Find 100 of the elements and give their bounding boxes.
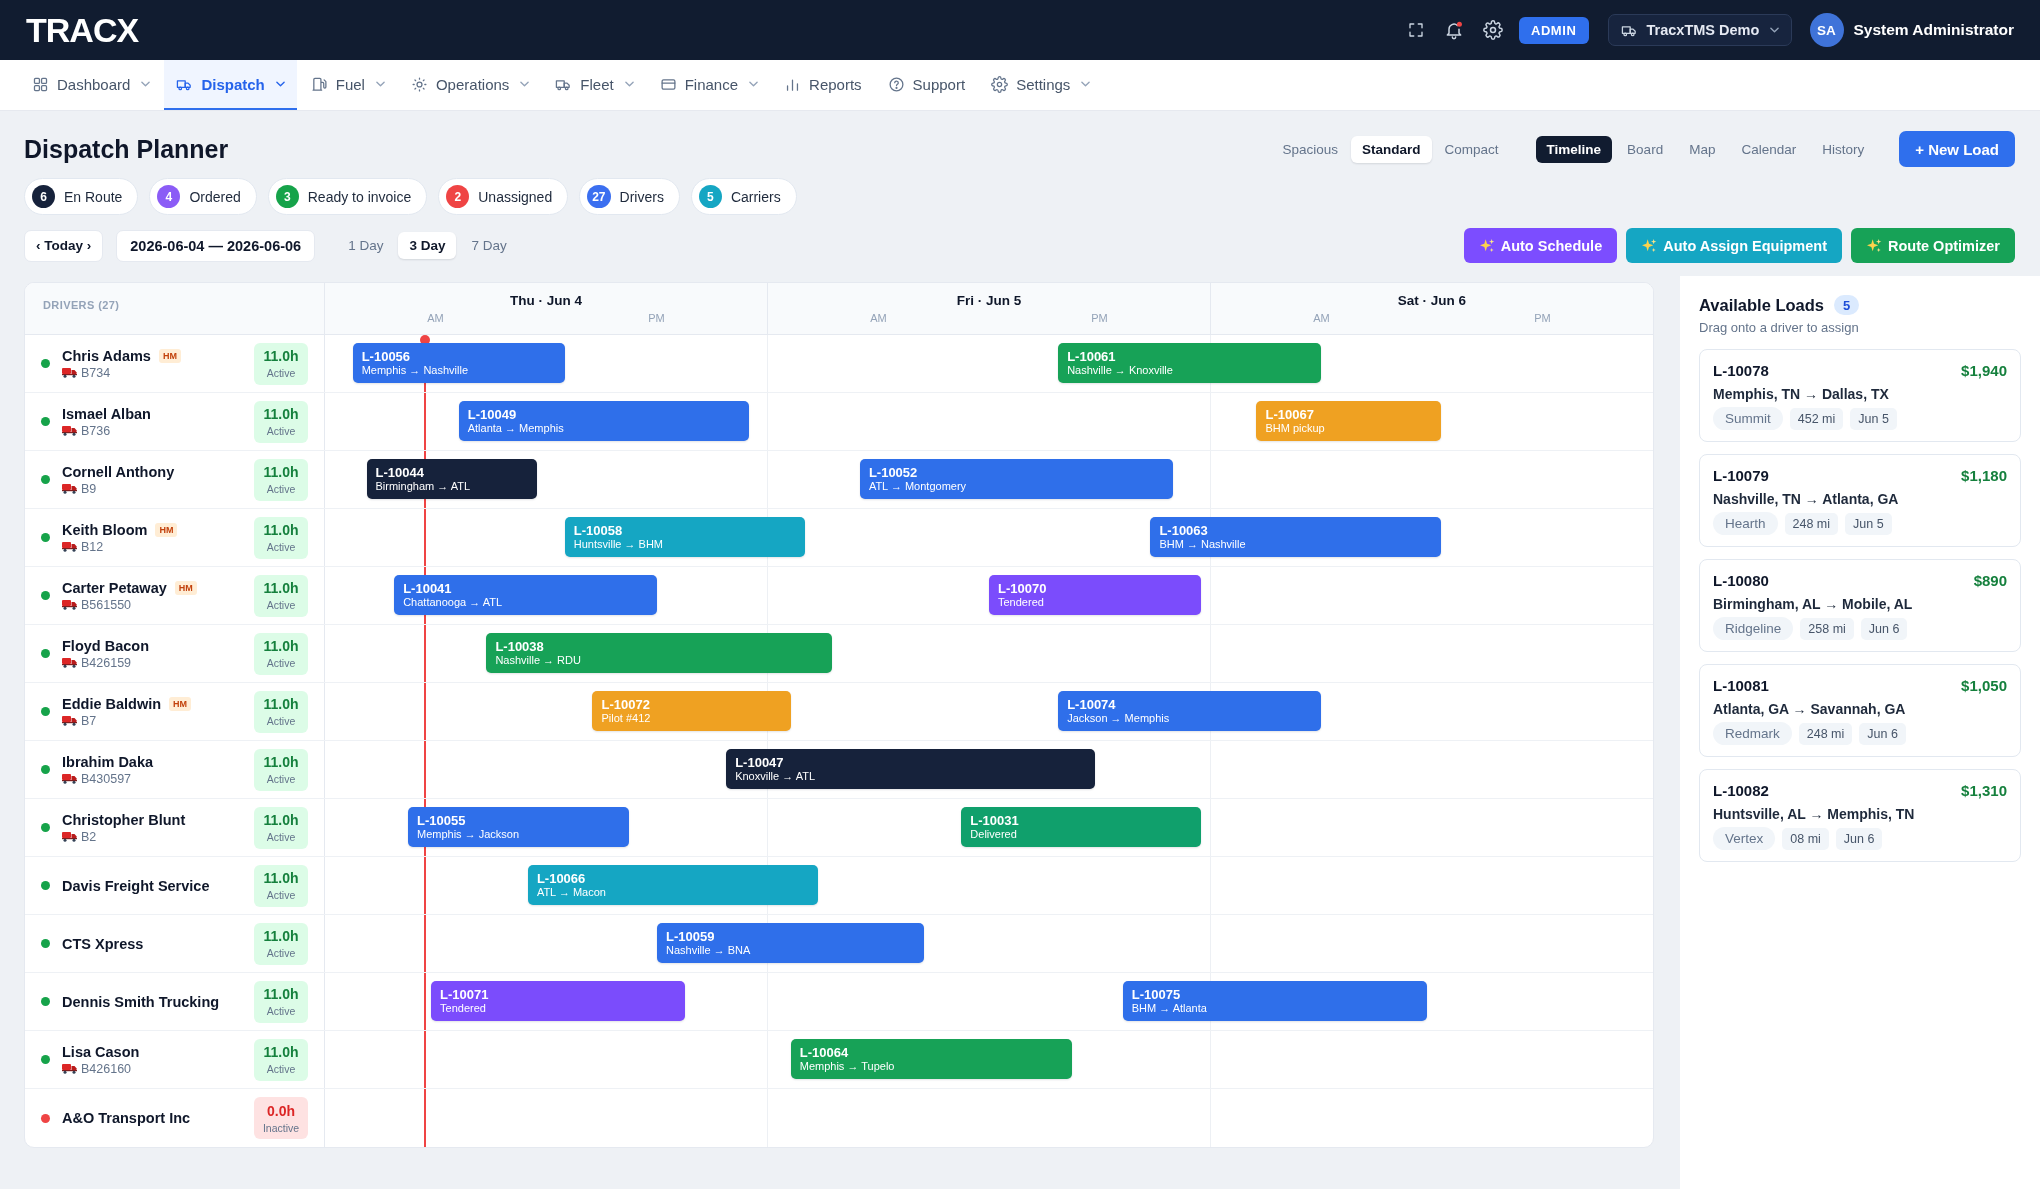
day-label: Thu · Jun 4: [510, 293, 582, 308]
load-bar[interactable]: L-10041 Chattanooga → ATL: [394, 575, 657, 615]
hours-value: 11.0h: [263, 580, 299, 596]
unit-number: B430597: [81, 771, 132, 786]
load-bar[interactable]: L-10075 BHM → Atlanta: [1122, 981, 1428, 1021]
load-route: Atlanta → Memphis: [467, 422, 565, 435]
load-card[interactable]: L-10082 $1,310 Huntsville, AL → Memphis, TN Vertex 08 mi Jun 6: [1699, 769, 2021, 862]
driver-name: Carter Petaway: [62, 579, 167, 596]
nav-tab[interactable]: Dispatch: [164, 60, 297, 110]
action-button[interactable]: Auto Assign Equipment: [1626, 228, 1842, 263]
nav-tab[interactable]: Fleet: [543, 60, 646, 110]
range-option[interactable]: 1 Day: [337, 232, 395, 259]
view-tab[interactable]: Timeline: [1535, 135, 1613, 163]
view-tab[interactable]: History: [1811, 135, 1876, 163]
load-route: Huntsville, AL → Memphis, TN: [1713, 806, 1916, 822]
density-option[interactable]: Compact: [1433, 135, 1510, 163]
status-label: Active: [266, 773, 296, 785]
load-bar[interactable]: L-10058 Huntsville → BHM: [564, 517, 805, 557]
status-chip[interactable]: 27 Drivers: [579, 178, 680, 215]
status-label: Active: [266, 1063, 296, 1075]
status-chip[interactable]: 2 Unassigned: [438, 178, 569, 215]
period-label: PM: [1091, 312, 1108, 324]
truck-icon: [62, 599, 77, 610]
load-price: $1,180: [1961, 467, 2007, 484]
action-button[interactable]: Route Optimizer: [1851, 228, 2015, 263]
load-route: Huntsville → BHM: [573, 538, 664, 551]
unit-number: B426159: [81, 655, 132, 670]
sun-icon: [410, 75, 428, 93]
view-tab[interactable]: Board: [1616, 135, 1675, 163]
load-bar[interactable]: L-10066 ATL → Macon: [527, 865, 819, 905]
load-card[interactable]: L-10081 $1,050 Atlanta, GA → Savannah, GA Redmark 248 mi Jun 6: [1699, 664, 2021, 757]
load-bar[interactable]: L-10063 BHM → Nashville: [1150, 517, 1441, 557]
load-card[interactable]: L-10080 $890 Birmingham, AL → Mobile, AL Ridgeline 258 mi Jun 6: [1699, 559, 2021, 652]
status-label: Active: [266, 657, 296, 669]
carrier-tag: Redmark: [1713, 722, 1792, 745]
settings-icon[interactable]: [1482, 20, 1503, 40]
caret-icon: [1769, 27, 1779, 33]
load-id: L-10064: [799, 1045, 850, 1060]
density-option[interactable]: Standard: [1351, 135, 1432, 163]
sparkle-icon: [1866, 237, 1882, 254]
load-route: BHM pickup: [1265, 422, 1326, 435]
load-bar[interactable]: L-10056 Memphis → Nashville: [352, 343, 565, 383]
view-tab[interactable]: Calendar: [1730, 135, 1808, 163]
load-bar[interactable]: L-10059 Nashville → BNA: [657, 923, 925, 963]
driver-name: CTS Xpress: [62, 935, 144, 952]
load-bar[interactable]: L-10044 Birmingham → ATL: [366, 459, 538, 499]
density-option[interactable]: Spacious: [1271, 135, 1350, 163]
load-card[interactable]: L-10078 $1,940 Memphis, TN → Dallas, TX Summit 452 mi Jun 5: [1699, 349, 2021, 442]
load-bar[interactable]: L-10055 Memphis → Jackson: [408, 807, 630, 847]
driver-name: Eddie Baldwin: [62, 695, 162, 712]
fullscreen-icon[interactable]: [1406, 21, 1425, 39]
new-load-button[interactable]: + New Load: [1899, 131, 2015, 167]
nav-tab[interactable]: Finance: [647, 60, 771, 110]
range-option[interactable]: 7 Day: [460, 232, 518, 259]
load-route: BHM → Nashville: [1159, 538, 1247, 551]
truck-icon: [62, 367, 77, 378]
load-route: Birmingham, AL → Mobile, AL: [1713, 596, 1914, 612]
status-chip[interactable]: 3 Ready to invoice: [267, 178, 428, 215]
hours-value: 11.0h: [263, 870, 299, 886]
nav-tab[interactable]: Reports: [772, 60, 874, 110]
hm-tag: HM: [158, 348, 181, 363]
driver-name: Davis Freight Service: [62, 877, 210, 894]
status-chip[interactable]: 4 Ordered: [149, 178, 257, 215]
view-tab[interactable]: Map: [1678, 135, 1727, 163]
action-button[interactable]: Auto Schedule: [1463, 228, 1618, 263]
range-option[interactable]: 3 Day: [398, 232, 457, 259]
driver-name: Keith Bloom: [62, 521, 148, 538]
nav-tab[interactable]: Fuel: [298, 60, 397, 110]
nav-tab[interactable]: Dashboard: [20, 60, 163, 110]
load-bar[interactable]: L-10047 Knoxville → ATL: [726, 749, 1096, 789]
load-bar[interactable]: L-10074 Jackson → Memphis: [1058, 691, 1321, 731]
load-bar[interactable]: L-10031 Delivered: [961, 807, 1202, 847]
truck-icon: [62, 715, 77, 726]
load-id: L-10047: [735, 755, 785, 770]
load-route: Memphis → Jackson: [417, 828, 521, 841]
column-header: DRIVERS (27): [43, 299, 120, 311]
date-range-field[interactable]: 2026-06-04 — 2026-06-06: [116, 229, 316, 262]
load-bar[interactable]: L-10071 Tendered: [431, 981, 685, 1021]
nav-tab[interactable]: Support: [875, 60, 978, 110]
company-selector[interactable]: TracxTMS Demo: [1607, 14, 1792, 46]
status-chip[interactable]: 5 Carriers: [690, 178, 797, 215]
load-id: L-10067: [1265, 407, 1315, 422]
load-bar[interactable]: L-10038 Nashville → RDU: [486, 633, 833, 673]
load-bar[interactable]: L-10061 Nashville → Knoxville: [1058, 343, 1321, 383]
help-icon: [887, 75, 905, 93]
load-bar[interactable]: L-10070 Tendered: [989, 575, 1202, 615]
load-card[interactable]: L-10079 $1,180 Nashville, TN → Atlanta, GA Hearth 248 mi Jun 5: [1699, 454, 2021, 547]
hours-value: 11.0h: [263, 406, 299, 422]
load-bar[interactable]: L-10049 Atlanta → Memphis: [458, 401, 750, 441]
load-price: $890: [1973, 572, 2007, 589]
user-avatar[interactable]: SA: [1809, 13, 1844, 47]
nav-tab[interactable]: Settings: [979, 60, 1103, 110]
today-button[interactable]: ‹ Today ›: [24, 229, 104, 262]
load-bar[interactable]: L-10052 ATL → Montgomery: [859, 459, 1174, 499]
nav-tab[interactable]: Operations: [398, 60, 542, 110]
load-id: L-10072: [601, 697, 651, 712]
status-chip[interactable]: 6 En Route: [24, 178, 139, 215]
load-bar[interactable]: L-10064 Memphis → Tupelo: [790, 1039, 1072, 1079]
miles-tag: 452 mi: [1789, 407, 1844, 430]
driver-name: Cornell Anthony: [62, 463, 175, 480]
